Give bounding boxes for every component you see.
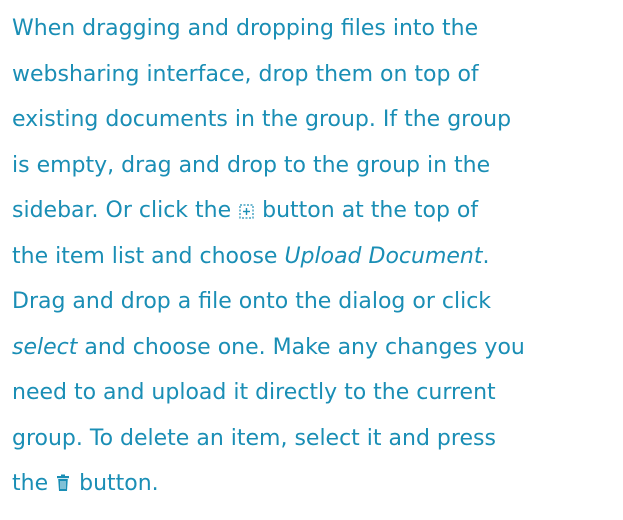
text-line-5-end: button at the top of	[255, 198, 479, 223]
add-square-icon	[239, 204, 254, 219]
text-line-10: group. To delete an item, select it and …	[12, 425, 496, 451]
text-line-9: need to and upload it directly to the cu…	[12, 380, 496, 405]
text-line-7: Drag and drop a file onto the dialog or …	[12, 289, 492, 314]
text-line-11-end: button.	[72, 471, 159, 496]
text-line-6: the item list and choose Upload Document…	[12, 234, 618, 280]
text-line-6-end: .	[482, 243, 490, 269]
text-line-3: existing documents in the group. If the …	[12, 107, 512, 132]
text-line-1: When dragging and dropping files into th…	[12, 16, 479, 41]
text-line-11: the button.	[12, 461, 618, 507]
text-line-8-end: and choose one. Make any changes you	[77, 334, 525, 360]
text-line-5-start: sidebar. Or click the	[12, 198, 239, 223]
upload-document-term: Upload Document	[284, 243, 483, 269]
text-line-2: websharing interface, drop them on top o…	[12, 61, 479, 87]
text-line-5: sidebar. Or click the button at the top …	[12, 188, 618, 234]
select-term: select	[12, 334, 78, 360]
text-line-8: select and choose one. Make any changes …	[12, 325, 618, 371]
text-line-11-start: the	[12, 471, 56, 496]
help-paragraph: When dragging and dropping files into th…	[12, 6, 618, 507]
trash-icon	[56, 474, 70, 492]
text-line-6-start: the item list and choose	[12, 243, 285, 269]
text-line-4: is empty, drag and drop to the group in …	[12, 152, 491, 178]
